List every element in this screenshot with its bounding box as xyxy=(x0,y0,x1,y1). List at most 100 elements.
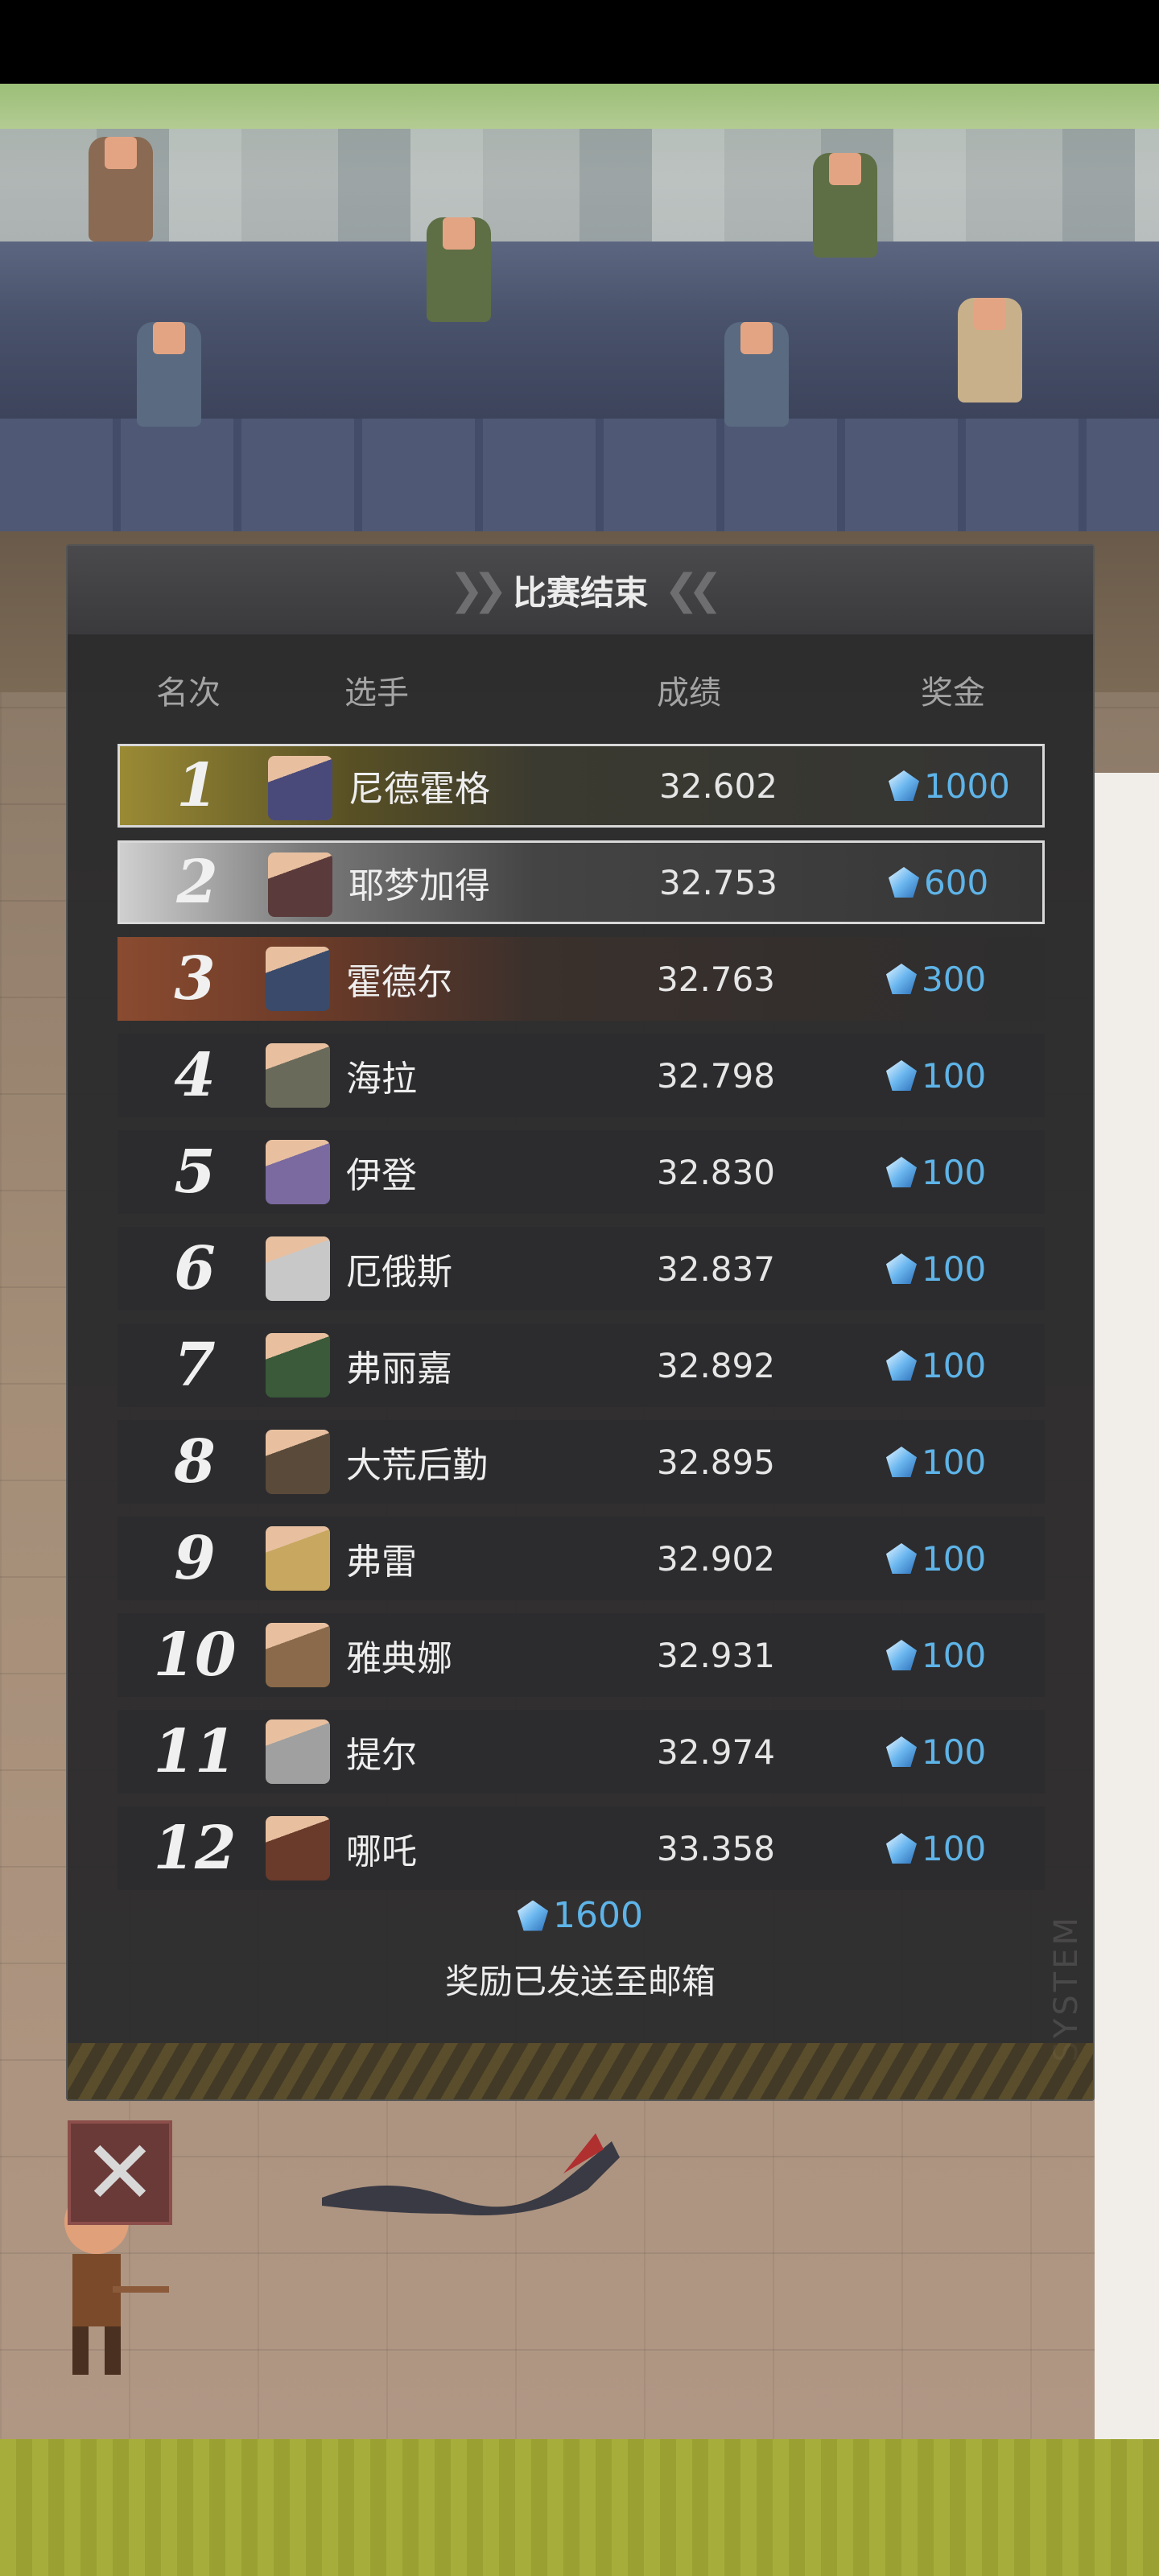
player-name: 提尔 xyxy=(346,1735,417,1776)
player-name: 厄俄斯 xyxy=(346,1252,452,1293)
city-buildings xyxy=(0,129,1159,250)
ranking-row: 8 大荒后勤 32.895 100 xyxy=(118,1420,1045,1504)
ranking-row: 10 雅典娜 32.931 100 xyxy=(118,1613,1045,1697)
spectator-character xyxy=(958,298,1022,402)
prize-amount: 100 xyxy=(886,1710,986,1794)
diamond-gem-icon xyxy=(886,1543,917,1574)
prize-value: 1000 xyxy=(924,766,1010,806)
prize-amount: 100 xyxy=(886,1034,986,1117)
total-prize: 1600 xyxy=(68,1895,1093,1936)
prize-amount: 300 xyxy=(886,937,986,1021)
race-time: 32.830 xyxy=(657,1152,775,1192)
race-results-panel: ❯❯ 比赛结束 ❮❮ 名次 选手 成绩 奖金 1 尼德霍格 32.602 1000 2 耶… xyxy=(66,544,1095,2101)
rank-number: 6 xyxy=(174,1234,216,1303)
column-header-score: 成绩 xyxy=(657,675,721,712)
spectator-character xyxy=(724,322,789,427)
grass-ground xyxy=(0,2439,1159,2576)
ranking-row: 3 霍德尔 32.763 300 xyxy=(118,937,1045,1021)
prize-value: 300 xyxy=(922,959,987,999)
diamond-gem-icon xyxy=(886,1060,917,1091)
race-time: 32.602 xyxy=(659,766,777,806)
rank-number: 10 xyxy=(153,1620,237,1690)
rank-number: 4 xyxy=(174,1041,216,1110)
ranking-row: 1 尼德霍格 32.602 1000 xyxy=(118,744,1045,828)
prize-amount: 100 xyxy=(886,1130,986,1214)
diamond-gem-icon xyxy=(886,1350,917,1381)
player-name: 伊登 xyxy=(346,1155,417,1196)
prize-amount: 100 xyxy=(886,1517,986,1600)
ranking-row: 11 提尔 32.974 100 xyxy=(118,1710,1045,1794)
player-name: 耶梦加得 xyxy=(349,865,490,906)
rank-number: 9 xyxy=(174,1524,216,1593)
panel-header: ❯❯ 比赛结束 ❮❮ xyxy=(68,546,1093,634)
prize-value: 100 xyxy=(922,1055,987,1096)
player-name: 雅典娜 xyxy=(346,1638,452,1679)
rank-number: 8 xyxy=(174,1427,216,1496)
player-avatar xyxy=(268,756,332,820)
prize-value: 100 xyxy=(922,1635,987,1675)
diamond-gem-icon xyxy=(886,1157,917,1187)
diamond-gem-icon xyxy=(886,1447,917,1477)
diamond-gem-icon xyxy=(889,867,919,898)
ranking-row: 6 厄俄斯 32.837 100 xyxy=(118,1227,1045,1311)
prize-value: 100 xyxy=(922,1345,987,1385)
race-time: 32.892 xyxy=(657,1345,775,1385)
prize-value: 100 xyxy=(922,1152,987,1192)
race-time: 32.931 xyxy=(657,1635,775,1675)
prize-value: 100 xyxy=(922,1249,987,1289)
player-avatar xyxy=(266,1623,330,1687)
player-name: 弗丽嘉 xyxy=(346,1348,452,1389)
ranking-row: 4 海拉 32.798 100 xyxy=(118,1034,1045,1117)
player-name: 霍德尔 xyxy=(346,962,452,1003)
ranking-row: 12 哪吒 33.358 100 xyxy=(118,1806,1045,1890)
rank-number: 5 xyxy=(174,1137,216,1207)
prize-amount: 600 xyxy=(889,843,988,922)
prize-value: 600 xyxy=(924,862,989,902)
diamond-gem-icon xyxy=(886,1833,917,1864)
prize-value: 100 xyxy=(922,1538,987,1579)
ranking-row: 2 耶梦加得 32.753 600 xyxy=(118,840,1045,924)
diamond-gem-icon xyxy=(889,770,919,801)
player-name: 海拉 xyxy=(346,1059,417,1100)
diamond-gem-icon xyxy=(886,1736,917,1767)
spectator-character xyxy=(813,153,877,258)
rank-number: 3 xyxy=(174,944,216,1013)
player-avatar xyxy=(266,1043,330,1108)
race-time: 32.798 xyxy=(657,1055,775,1096)
race-time: 32.753 xyxy=(659,862,777,902)
close-button[interactable]: ✕ xyxy=(68,2120,172,2225)
prize-amount: 100 xyxy=(886,1227,986,1311)
diamond-gem-icon xyxy=(886,964,917,994)
diamond-gem-icon xyxy=(886,1253,917,1284)
chevron-right-icon: ❯❯ xyxy=(448,566,508,614)
panel-title: 比赛结束 xyxy=(512,572,648,613)
player-name: 哪吒 xyxy=(346,1831,417,1872)
race-time: 32.974 xyxy=(657,1732,775,1772)
player-avatar xyxy=(266,1333,330,1397)
race-time: 32.837 xyxy=(657,1249,775,1289)
player-avatar xyxy=(266,1719,330,1784)
column-header-rank: 名次 xyxy=(156,675,221,712)
rank-number: 1 xyxy=(176,751,218,820)
player-avatar xyxy=(266,947,330,1011)
spectator-character xyxy=(137,322,201,427)
prize-value: 100 xyxy=(922,1828,987,1868)
prize-amount: 1000 xyxy=(889,746,1010,825)
player-avatar xyxy=(266,1816,330,1880)
total-prize-value: 1600 xyxy=(553,1895,643,1936)
race-time: 32.763 xyxy=(657,959,775,999)
prize-value: 100 xyxy=(922,1732,987,1772)
wall-rail xyxy=(0,419,1159,547)
ranking-row: 9 弗雷 32.902 100 xyxy=(118,1517,1045,1600)
player-avatar xyxy=(266,1526,330,1591)
ranking-row: 5 伊登 32.830 100 xyxy=(118,1130,1045,1214)
race-time: 33.358 xyxy=(657,1828,775,1868)
player-name: 弗雷 xyxy=(346,1542,417,1583)
rank-number: 12 xyxy=(153,1814,237,1883)
spectator-character xyxy=(89,137,153,242)
player-avatar xyxy=(266,1140,330,1204)
prize-amount: 100 xyxy=(886,1806,986,1890)
prize-value: 100 xyxy=(922,1442,987,1482)
panel-bottom-stripe xyxy=(68,2043,1093,2099)
ranking-row: 7 弗丽嘉 32.892 100 xyxy=(118,1323,1045,1407)
